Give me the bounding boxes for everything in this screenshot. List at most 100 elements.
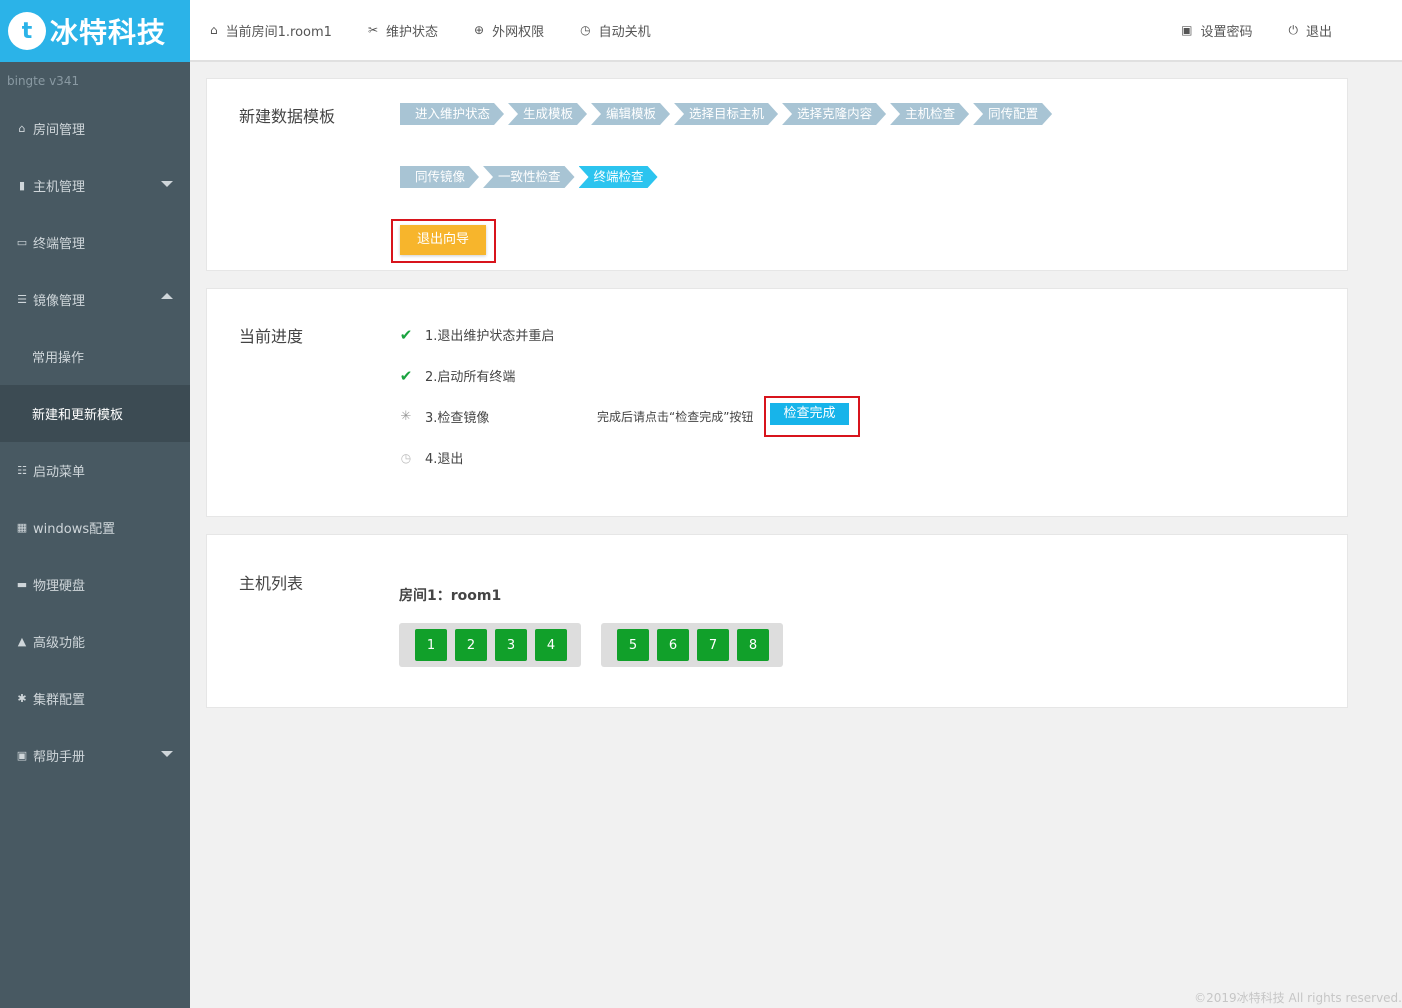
- chevron-up-icon: [161, 293, 173, 299]
- sidebar-item-label: 镜像管理: [33, 294, 86, 309]
- host-button[interactable]: 2: [455, 629, 487, 661]
- chevron-down-icon: [161, 751, 173, 757]
- wizard-panel: 新建数据模板 进入维护状态 生成模板 编辑模板 选择目标主机 选择克隆内容 主机…: [206, 78, 1348, 271]
- sidebar-item-label: 常用操作: [32, 351, 85, 366]
- progress-step-2: ✔ 2.启动所有终端: [399, 366, 516, 386]
- sidebar-item-label: 启动菜单: [33, 465, 86, 480]
- host-button[interactable]: 4: [535, 629, 567, 661]
- sidebar-item-boot-menu[interactable]: ☷ 启动菜单: [0, 442, 190, 499]
- host-button[interactable]: 5: [617, 629, 649, 661]
- logo[interactable]: t 冰特科技: [0, 0, 190, 62]
- progress-title: 当前进度: [239, 327, 304, 346]
- sidebar-item-help[interactable]: ▣ 帮助手册: [0, 727, 190, 784]
- gear-icon: ✱: [17, 692, 27, 705]
- sidebar-item-room[interactable]: ⌂ 房间管理: [0, 100, 190, 157]
- room-label: 房间1：room1: [399, 588, 502, 604]
- host-group: 1 2 3 4: [399, 623, 581, 667]
- sidebar-item-label: 高级功能: [33, 636, 86, 651]
- logo-icon: t: [8, 12, 46, 50]
- wizard-step: 生成模板: [508, 103, 587, 125]
- sidebar-item-label: 新建和更新模板: [32, 408, 124, 423]
- logout-link[interactable]: ⏻ 退出: [1288, 21, 1332, 40]
- progress-step-label: 1.退出维护状态并重启: [425, 329, 555, 344]
- wizard-step: 同传配置: [973, 103, 1052, 125]
- progress-step-3: ✳ 3.检查镜像: [399, 407, 490, 426]
- sidebar-subitem-common[interactable]: 常用操作: [0, 328, 190, 385]
- lock-icon: ▣: [1181, 23, 1193, 37]
- version-label: bingte v341: [7, 74, 80, 88]
- book-icon: ▣: [16, 749, 28, 762]
- wizard-step: 一致性检查: [483, 166, 575, 188]
- sidebar-item-advanced[interactable]: ▲ 高级功能: [0, 613, 190, 670]
- progress-step-label: 4.退出: [425, 452, 464, 467]
- wizard-step: 进入维护状态: [400, 103, 504, 125]
- progress-step-label: 3.检查镜像: [425, 411, 490, 426]
- database-icon: ☰: [17, 293, 27, 306]
- host-button[interactable]: 7: [697, 629, 729, 661]
- progress-step-4: ◷ 4.退出: [399, 448, 464, 468]
- auto-shutdown-link[interactable]: ◷ 自动关机: [580, 21, 651, 40]
- auto-shutdown-label: 自动关机: [598, 24, 651, 40]
- exit-wizard-button[interactable]: 退出向导: [400, 225, 486, 255]
- windows-icon: ▦: [16, 521, 28, 534]
- wizard-steps-row1: 进入维护状态 生成模板 编辑模板 选择目标主机 选择克隆内容 主机检查 同传配置: [400, 103, 1056, 125]
- sidebar-item-terminal[interactable]: ▭ 终端管理: [0, 214, 190, 271]
- sidebar-item-windows[interactable]: ▦ windows配置: [0, 499, 190, 556]
- sidebar-item-cluster[interactable]: ✱ 集群配置: [0, 670, 190, 727]
- host-list-title: 主机列表: [239, 574, 304, 593]
- sidebar-subitem-template[interactable]: 新建和更新模板: [0, 385, 190, 442]
- clock-icon: ◷: [580, 23, 591, 37]
- check-icon: ✔: [399, 325, 413, 344]
- sidebar-item-image[interactable]: ☰ 镜像管理: [0, 271, 190, 328]
- harddisk-icon: ▬: [16, 578, 28, 591]
- wizard-step: 同传镜像: [400, 166, 479, 188]
- wizard-steps-row2: 同传镜像 一致性检查 终端检查: [400, 166, 662, 188]
- warning-icon: ▲: [17, 635, 27, 648]
- top-bar: ⌂ 当前房间1.room1 ✂ 维护状态 ⊕ 外网权限 ◷ 自动关机 ▣ 设置密…: [190, 0, 1402, 62]
- wrench-icon: ✂: [367, 23, 378, 37]
- logout-label: 退出: [1305, 24, 1332, 40]
- internet-permission-label: 外网权限: [492, 24, 545, 40]
- maintenance-label: 维护状态: [386, 24, 439, 40]
- host-button[interactable]: 6: [657, 629, 689, 661]
- progress-step-1: ✔ 1.退出维护状态并重启: [399, 325, 555, 345]
- host-button[interactable]: 8: [737, 629, 769, 661]
- sidebar-item-label: 物理硬盘: [33, 579, 86, 594]
- power-icon: ⏻: [1288, 22, 1298, 37]
- wizard-step-current: 终端检查: [579, 166, 658, 188]
- brand-name: 冰特科技: [50, 16, 167, 49]
- server-icon: ▮: [18, 179, 26, 192]
- sidebar-item-label: 帮助手册: [33, 750, 86, 765]
- clock-icon: ◷: [400, 450, 412, 465]
- monitor-icon: ▭: [16, 236, 28, 249]
- sidebar-item-label: 房间管理: [33, 123, 86, 138]
- current-room-link[interactable]: ⌂ 当前房间1.room1: [210, 21, 332, 40]
- home-icon: ⌂: [18, 122, 26, 135]
- sidebar-item-label: windows配置: [33, 522, 116, 537]
- host-button[interactable]: 1: [415, 629, 447, 661]
- sidebar-item-host[interactable]: ▮ 主机管理: [0, 157, 190, 214]
- sidebar-item-label: 终端管理: [33, 237, 86, 252]
- check-done-button[interactable]: 检查完成: [770, 403, 849, 425]
- maintenance-link[interactable]: ✂ 维护状态: [368, 21, 438, 40]
- chevron-down-icon: [161, 181, 173, 187]
- set-password-link[interactable]: ▣ 设置密码: [1181, 21, 1252, 40]
- progress-panel: 当前进度 ✔ 1.退出维护状态并重启 ✔ 2.启动所有终端 ✳ 3.检查镜像 完…: [206, 288, 1348, 517]
- globe-icon: ⊕: [474, 23, 485, 37]
- list-icon: ☷: [17, 464, 27, 477]
- check-hint: 完成后请点击“检查完成”按钮: [597, 410, 754, 424]
- set-password-label: 设置密码: [1200, 24, 1253, 40]
- wizard-title: 新建数据模板: [239, 107, 336, 126]
- current-room-label: 当前房间1.room1: [225, 24, 332, 40]
- progress-step-label: 2.启动所有终端: [425, 370, 516, 385]
- host-group: 5 6 7 8: [601, 623, 783, 667]
- internet-permission-link[interactable]: ⊕ 外网权限: [474, 21, 544, 40]
- spinner-icon: ✳: [400, 409, 412, 424]
- sidebar: t 冰特科技 bingte v341 ⌂ 房间管理 ▮ 主机管理 ▭ 终端管理 …: [0, 0, 190, 1008]
- host-button[interactable]: 3: [495, 629, 527, 661]
- wizard-step: 选择克隆内容: [782, 103, 886, 125]
- wizard-step: 主机检查: [890, 103, 969, 125]
- sidebar-item-disk[interactable]: ▬ 物理硬盘: [0, 556, 190, 613]
- check-icon: ✔: [399, 366, 413, 385]
- wizard-step: 编辑模板: [591, 103, 670, 125]
